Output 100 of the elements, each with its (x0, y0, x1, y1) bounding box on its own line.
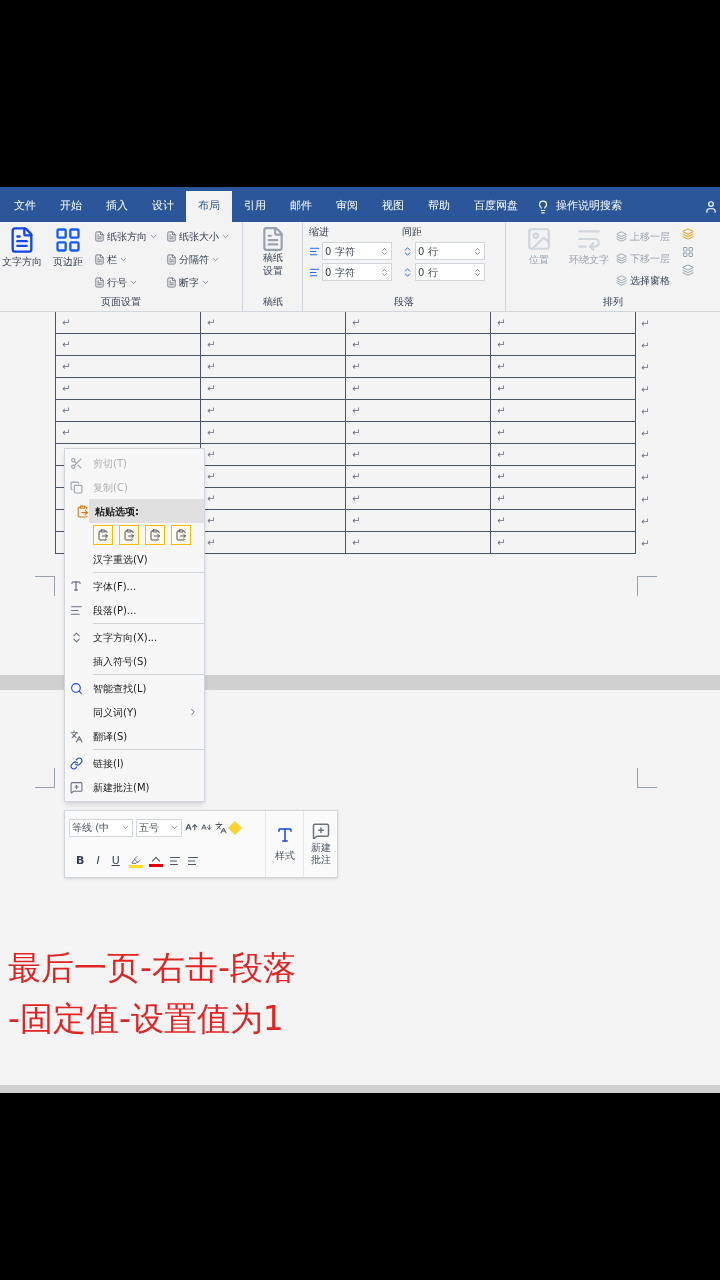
paste-option-button[interactable] (119, 525, 139, 545)
ribbon-button[interactable]: 选择窗格 (630, 272, 670, 288)
format-button[interactable]: U (108, 852, 123, 870)
ribbon-tab[interactable]: 设计 (140, 191, 186, 222)
menu-item[interactable]: 汉字重选(V) (87, 551, 204, 567)
paragraph-mark: ↵ (497, 448, 506, 462)
paragraph-mark: ↵ (352, 470, 361, 484)
spacing-field[interactable]: 0 行 (415, 263, 485, 281)
paragraph-mark: ↵ (207, 382, 216, 396)
paragraph-mark: ↵ (497, 536, 506, 550)
phonetic-icon[interactable] (215, 821, 227, 834)
menu-item[interactable]: 插入符号(S) (87, 653, 204, 669)
paragraph-mark: ↵ (497, 382, 506, 396)
spacing-icon (402, 266, 413, 278)
clipboard-icon (149, 529, 161, 541)
ribbon-button[interactable]: 纸张方向 (107, 228, 147, 244)
page-corner-mark (637, 576, 657, 596)
paragraph-mark: ↵ (497, 426, 506, 440)
paragraph-mark: ↵ (352, 536, 361, 550)
indent-icon (309, 266, 320, 278)
paragraph-mark: ↵ (207, 338, 216, 352)
group-label: 缩进 (309, 225, 330, 239)
paste-option-button[interactable] (145, 525, 165, 545)
tell-me-field[interactable]: 操作说明搜索 (556, 198, 622, 215)
translate-icon (69, 729, 83, 743)
styles-icon[interactable] (275, 825, 294, 844)
ribbon-button[interactable]: 分隔符 (179, 251, 209, 267)
paragraph-mark: ↵ (62, 382, 71, 396)
paste-option-button[interactable] (171, 525, 191, 545)
ribbon-button[interactable]: 断字 (179, 275, 199, 291)
paragraph-mark: ↵ (641, 449, 650, 463)
ribbon-button[interactable]: 稿纸设置 (261, 252, 284, 277)
menu-item[interactable]: 同义词(Y) (87, 704, 188, 720)
ribbon-button[interactable]: 文字方向 (2, 254, 42, 269)
ribbon-tab[interactable]: 帮助 (416, 191, 462, 222)
paragraph-mark: ↵ (207, 404, 216, 418)
layers-icon (616, 274, 627, 286)
paragraph-mark: ↵ (207, 536, 216, 550)
lightbulb-icon (536, 199, 550, 214)
numbering-icon[interactable] (186, 854, 199, 867)
group-label: 间距 (402, 225, 423, 239)
menu-item[interactable]: 链接(I) (87, 755, 204, 771)
font-dropdown[interactable]: 等线 (中 (69, 818, 133, 837)
page-icon (94, 253, 105, 265)
menu-item[interactable]: 字体(F)... (87, 578, 204, 594)
paragraph-mark: ↵ (62, 338, 71, 352)
ribbon-tab[interactable]: 布局 (186, 191, 232, 222)
paragraph-mark: ↵ (62, 404, 71, 418)
paragraph-mark: ↵ (207, 514, 216, 528)
group-title: 稿纸 (262, 295, 283, 309)
ribbon-tab[interactable]: 引用 (232, 191, 278, 222)
new-comment-button[interactable]: 新建批注 (309, 841, 332, 867)
group-title: 排列 (602, 295, 624, 309)
format-button[interactable]: B (73, 852, 88, 870)
paragraph-mark: ↵ (641, 471, 650, 485)
ribbon-button[interactable]: 页边距 (53, 254, 83, 269)
page-corner-mark (35, 576, 55, 596)
paragraph-mark: ↵ (207, 360, 216, 374)
format-button[interactable]: I (93, 852, 103, 870)
paragraph-mark: ↵ (352, 404, 361, 418)
spinner-icon (380, 267, 389, 277)
menu-item[interactable]: 段落(P)... (87, 602, 204, 618)
styles-button[interactable]: 样式 (274, 847, 295, 863)
menu-item[interactable]: 新建批注(M) (87, 779, 204, 795)
ribbon-tab[interactable]: 百度网盘 (462, 191, 530, 222)
paragraph-mark: ↵ (207, 448, 216, 462)
font-size-dropdown[interactable]: 五号 (136, 818, 182, 837)
spacing-icon (402, 245, 413, 257)
menu-item[interactable]: 智能查找(L) (87, 680, 204, 696)
ribbon-button[interactable]: 纸张大小 (179, 228, 219, 244)
paste-option-button[interactable] (93, 525, 113, 545)
highlight-icon[interactable] (128, 853, 143, 868)
ribbon-button[interactable]: 行号 (107, 275, 127, 291)
user-icon[interactable] (704, 200, 718, 214)
paragraph-mark: ↵ (641, 383, 650, 397)
layers-icon (616, 230, 627, 242)
ribbon-tab[interactable]: 邮件 (278, 191, 324, 222)
caption-text: -固定值-设置值为1 (8, 1002, 285, 1035)
ribbon-tab[interactable]: 插入 (94, 191, 140, 222)
paragraph-mark: ↵ (352, 448, 361, 462)
spinner-icon (473, 267, 482, 277)
paragraph-mark: ↵ (352, 382, 361, 396)
spinner-icon (473, 246, 482, 256)
paragraph-mark: ↵ (352, 492, 361, 506)
indent-field[interactable]: 0 字符 (322, 242, 392, 260)
layers-icon (616, 252, 627, 264)
menu-item[interactable]: 翻译(S) (87, 728, 204, 744)
paragraph-mark: ↵ (641, 427, 650, 441)
indent-field[interactable]: 0 字符 (322, 263, 392, 281)
paragraph-mark: ↵ (497, 492, 506, 506)
ribbon-tab[interactable]: 审阅 (324, 191, 370, 222)
ribbon-tab[interactable]: 文件 (2, 191, 48, 222)
bullets-icon[interactable] (168, 854, 181, 867)
link-icon (69, 756, 83, 770)
ribbon-tab[interactable]: 开始 (48, 191, 94, 222)
spacing-field[interactable]: 0 行 (415, 242, 485, 260)
ribbon-tab[interactable]: 视图 (370, 191, 416, 222)
paragraph-mark: ↵ (641, 537, 650, 551)
menu-item[interactable]: 文字方向(X)... (87, 629, 204, 645)
ribbon-button[interactable]: 栏 (107, 251, 117, 267)
